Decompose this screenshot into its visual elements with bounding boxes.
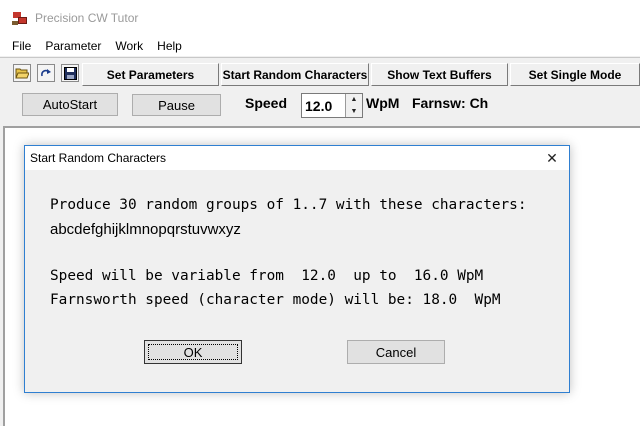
control-row: AutoStart Pause Speed 12.0 ▲ ▼ WpM Farns… [0, 89, 640, 125]
save-disk-icon[interactable] [61, 64, 79, 82]
start-random-characters-dialog: Start Random Characters ✕ Produce 30 ran… [24, 145, 570, 393]
set-single-mode-button[interactable]: Set Single Mode [510, 63, 640, 86]
pause-button[interactable]: Pause [132, 94, 221, 116]
farnsworth-label: Farnsw: Ch [412, 95, 489, 111]
menu-work[interactable]: Work [108, 39, 150, 53]
close-icon[interactable]: ✕ [543, 149, 561, 167]
menu-file[interactable]: File [0, 39, 38, 53]
title-bar: Precision CW Tutor [0, 0, 640, 36]
start-random-characters-button[interactable]: Start Random Characters [221, 63, 369, 86]
cancel-button[interactable]: Cancel [347, 340, 445, 364]
speed-input[interactable]: 12.0 [305, 98, 332, 114]
speed-spinner[interactable]: 12.0 ▲ ▼ [301, 93, 363, 118]
show-text-buffers-button[interactable]: Show Text Buffers [371, 63, 508, 86]
speed-unit-label: WpM [366, 95, 400, 111]
open-folder-icon[interactable] [13, 64, 31, 82]
toolbar: Set Parameters Start Random Characters S… [0, 57, 640, 89]
ok-button[interactable]: OK [144, 340, 242, 364]
speed-label: Speed [245, 95, 288, 111]
dialog-groups-text: Produce 30 random groups of 1..7 with th… [50, 197, 527, 213]
dialog-title-bar: Start Random Characters ✕ [25, 146, 569, 170]
redo-arrow-icon[interactable] [37, 64, 55, 82]
dialog-characters-text: abcdefghijklmnopqrstuvwxyz [50, 221, 241, 238]
dialog-speed-text: Speed will be variable from 12.0 up to 1… [50, 268, 484, 284]
menu-parameter[interactable]: Parameter [38, 39, 108, 53]
app-icon [12, 10, 28, 26]
dialog-title: Start Random Characters [30, 151, 167, 165]
menu-bar: File Parameter Work Help [0, 36, 640, 56]
menu-help[interactable]: Help [150, 39, 189, 53]
spin-down-icon[interactable]: ▼ [345, 105, 362, 117]
autostart-button[interactable]: AutoStart [22, 93, 118, 116]
dialog-farnsworth-text: Farnsworth speed (character mode) will b… [50, 292, 501, 308]
set-parameters-button[interactable]: Set Parameters [82, 63, 219, 86]
window-title: Precision CW Tutor [35, 11, 139, 25]
